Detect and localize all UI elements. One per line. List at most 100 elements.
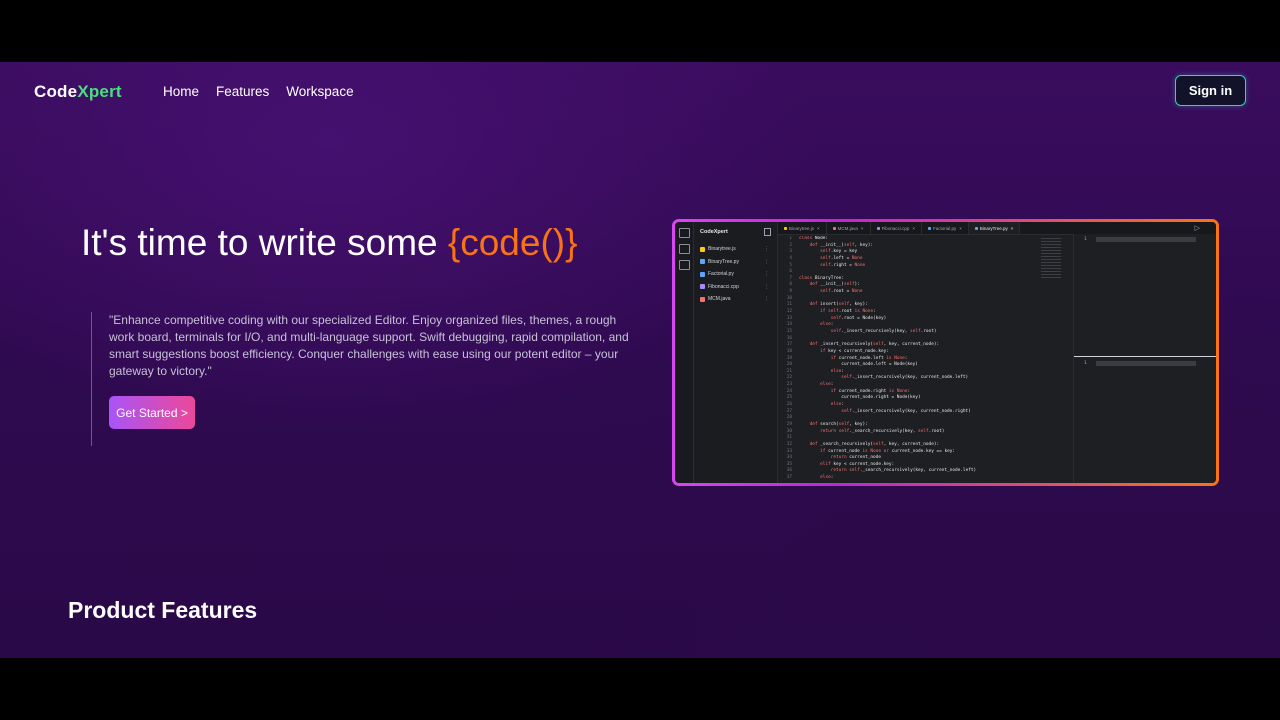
- explorer-file[interactable]: BinaryTree.py ⋮: [694, 256, 777, 269]
- hero-title: It's time to write some {code()}: [81, 222, 577, 264]
- get-started-button[interactable]: Get Started >: [109, 396, 195, 429]
- code-line: 17 def _insert_recursively(self, key, cu…: [778, 342, 1050, 349]
- line-number: 34: [786, 455, 792, 461]
- code-editor[interactable]: 1 class Node: 2 def __init__(self, key): 3 …: [778, 236, 1050, 483]
- brush-icon[interactable]: [678, 244, 690, 254]
- code-line: 29 def search(self, key):: [778, 422, 1050, 429]
- nav-features[interactable]: Features: [216, 84, 269, 99]
- minimap: [1041, 238, 1061, 278]
- tab-label: Fibonacci.cpp: [881, 225, 910, 231]
- line-number: 28: [786, 415, 792, 421]
- editor-tab[interactable]: Factorial.py ×: [922, 222, 969, 234]
- tab-file-icon: [876, 226, 880, 230]
- tab-file-icon: [927, 226, 931, 230]
- code-line: 32 def _search_recursively(self, key, cu…: [778, 442, 1050, 449]
- brand-prefix: Code: [34, 82, 78, 101]
- input-field[interactable]: [1096, 237, 1196, 242]
- line-number: 4: [789, 255, 792, 261]
- hero-quote: "Enhance competitive coding with our spe…: [109, 313, 629, 378]
- editor-tab[interactable]: MCM.java ×: [827, 222, 871, 234]
- code-text: self.right = None: [820, 262, 866, 268]
- editor-tab[interactable]: BinaryTree.py ×: [968, 222, 1021, 234]
- line-number: 18: [786, 348, 792, 354]
- file-list: Binarytree.js ⋮ BinaryTree.py ⋮ Factorial.py…: [694, 243, 777, 306]
- letterbox-top: [0, 0, 1280, 62]
- input-line-number: 1: [1084, 237, 1087, 242]
- file-name: MCM.java: [708, 296, 731, 303]
- code-line: 4 self.left = None: [778, 256, 1050, 263]
- product-features-heading: Product Features: [68, 597, 258, 623]
- activity-bar: [675, 222, 694, 483]
- line-number: 26: [786, 402, 792, 408]
- code-text: if key < current_node.key:: [820, 348, 889, 354]
- close-icon[interactable]: ×: [817, 226, 820, 231]
- code-text: else:: [820, 475, 834, 481]
- code-text: def _insert_recursively(self, key, curre…: [809, 342, 940, 348]
- code-text: else:: [820, 382, 834, 388]
- code-line: 27 self._insert_recursively(key, current…: [778, 409, 1050, 416]
- io-panel: 1 1: [1073, 234, 1216, 483]
- file-menu-icon[interactable]: ⋮: [764, 296, 769, 302]
- explorer-file[interactable]: Factorial.py ⋮: [694, 268, 777, 281]
- code-line: 20 current_node.left = Node(key): [778, 362, 1050, 369]
- code-text: return current_node: [830, 455, 881, 461]
- tab-file-icon: [974, 226, 978, 230]
- line-number: 6: [789, 269, 792, 275]
- file-menu-icon[interactable]: ⋮: [764, 271, 769, 277]
- file-name: Binarytree.js: [708, 246, 736, 253]
- nav-workspace[interactable]: Workspace: [286, 84, 353, 99]
- code-line: 23 else:: [778, 382, 1050, 389]
- file-menu-icon[interactable]: ⋮: [764, 246, 769, 252]
- letterbox-bottom: [0, 658, 1280, 720]
- tab-label: BinaryTree.py: [979, 225, 1008, 231]
- editor-tab[interactable]: Binarytree.js ×: [778, 222, 827, 234]
- file-icon: [700, 246, 705, 252]
- line-number: 15: [786, 328, 792, 334]
- code-text: def _search_recursively(self, key, curre…: [809, 441, 940, 447]
- code-line: 34 return current_node: [778, 455, 1050, 462]
- code-line: 37 else:: [778, 475, 1050, 482]
- explorer-file[interactable]: Binarytree.js ⋮: [694, 243, 777, 256]
- file-menu-icon[interactable]: ⋮: [764, 284, 769, 290]
- code-line: 5 self.right = None: [778, 263, 1050, 270]
- explorer-file[interactable]: Fibonacci.cpp ⋮: [694, 281, 777, 294]
- code-line: 3 self.key = key: [778, 249, 1050, 256]
- close-icon[interactable]: ×: [912, 226, 915, 231]
- nav-home[interactable]: Home: [163, 84, 199, 99]
- io-divider[interactable]: [1074, 356, 1216, 357]
- close-icon[interactable]: ×: [861, 226, 864, 231]
- file-menu-icon[interactable]: ⋮: [764, 259, 769, 265]
- file-icon: [700, 284, 705, 290]
- code-text: else:: [830, 402, 844, 408]
- hero-title-text: It's time to write some: [81, 222, 448, 263]
- editor-tab[interactable]: Fibonacci.cpp ×: [871, 222, 922, 234]
- line-number: 37: [786, 475, 792, 481]
- landing-page: CodeXpert Home Features Workspace Sign i…: [0, 62, 1280, 658]
- explorer-file[interactable]: MCM.java ⋮: [694, 293, 777, 306]
- code-line: 1 class Node:: [778, 236, 1050, 243]
- new-file-icon[interactable]: [764, 228, 771, 236]
- code-line: 26 else:: [778, 402, 1050, 409]
- tab-file-icon: [784, 226, 787, 230]
- close-icon[interactable]: ×: [1011, 226, 1014, 231]
- run-icon[interactable]: ▷: [1195, 224, 1200, 232]
- line-number: 23: [786, 382, 792, 388]
- line-number: 9: [789, 289, 792, 295]
- brand-logo[interactable]: CodeXpert: [34, 82, 122, 102]
- line-number: 20: [786, 362, 792, 368]
- explorer-icon[interactable]: [678, 228, 690, 238]
- code-line: 9 self.root = None: [778, 289, 1050, 296]
- tab-file-icon: [832, 226, 836, 230]
- code-line: 12 if self.root is None:: [778, 309, 1050, 316]
- code-text: self.left = None: [820, 255, 863, 261]
- close-icon[interactable]: ×: [959, 226, 962, 231]
- code-text: self._insert_recursively(key, current_no…: [841, 408, 971, 414]
- sign-in-button[interactable]: Sign in: [1175, 75, 1246, 106]
- terminal-icon[interactable]: [678, 260, 690, 270]
- code-text: return self._search_recursively(key, sel…: [820, 428, 945, 434]
- code-text: current_node.left = Node(key): [799, 362, 918, 368]
- output-line-number: 1: [1084, 361, 1087, 366]
- file-name: Factorial.py: [708, 271, 734, 278]
- main-nav: Home Features Workspace: [163, 84, 354, 99]
- code-line: 28: [778, 415, 1050, 422]
